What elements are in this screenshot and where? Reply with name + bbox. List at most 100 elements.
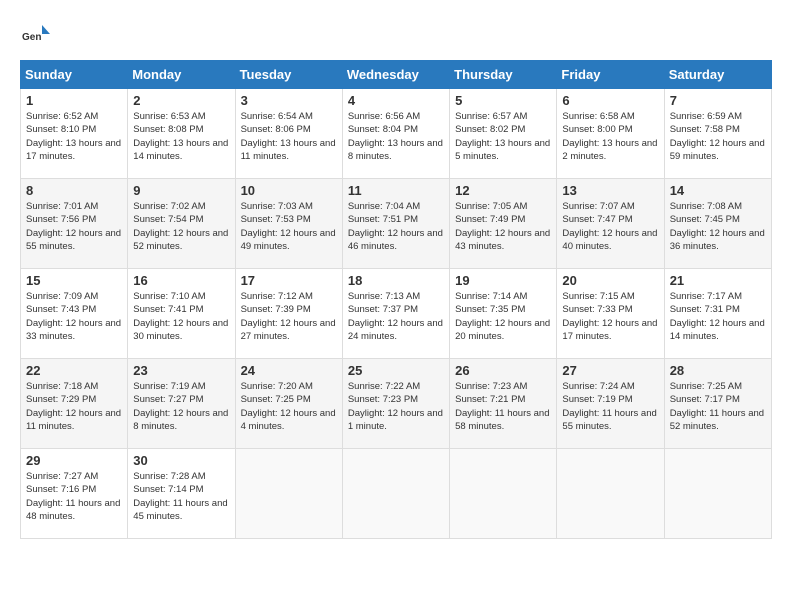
calendar-week-row: 29 Sunrise: 7:27 AM Sunset: 7:16 PM Dayli… — [21, 449, 772, 539]
day-number: 20 — [562, 273, 658, 288]
day-number: 12 — [455, 183, 551, 198]
calendar-cell: 10 Sunrise: 7:03 AM Sunset: 7:53 PM Dayli… — [235, 179, 342, 269]
cell-sun-info: Sunrise: 7:08 AM Sunset: 7:45 PM Dayligh… — [670, 200, 766, 253]
cell-sun-info: Sunrise: 6:59 AM Sunset: 7:58 PM Dayligh… — [670, 110, 766, 163]
day-number: 5 — [455, 93, 551, 108]
day-number: 25 — [348, 363, 444, 378]
cell-sun-info: Sunrise: 7:14 AM Sunset: 7:35 PM Dayligh… — [455, 290, 551, 343]
day-number: 21 — [670, 273, 766, 288]
calendar-cell: 21 Sunrise: 7:17 AM Sunset: 7:31 PM Dayli… — [664, 269, 771, 359]
calendar-body: 1Sunrise: 6:52 AM Sunset: 8:10 PM Daylig… — [21, 89, 772, 539]
calendar-cell: 9Sunrise: 7:02 AM Sunset: 7:54 PM Daylig… — [128, 179, 235, 269]
calendar-cell: 2 Sunrise: 6:53 AM Sunset: 8:08 PM Daylig… — [128, 89, 235, 179]
cell-sun-info: Sunrise: 7:22 AM Sunset: 7:23 PM Dayligh… — [348, 380, 444, 433]
weekday-header: Tuesday — [235, 61, 342, 89]
cell-sun-info: Sunrise: 6:52 AM Sunset: 8:10 PM Dayligh… — [26, 110, 122, 163]
day-number: 26 — [455, 363, 551, 378]
day-number: 19 — [455, 273, 551, 288]
cell-sun-info: Sunrise: 7:24 AM Sunset: 7:19 PM Dayligh… — [562, 380, 658, 433]
weekday-header: Sunday — [21, 61, 128, 89]
cell-sun-info: Sunrise: 7:01 AM Sunset: 7:56 PM Dayligh… — [26, 200, 122, 253]
day-number: 30 — [133, 453, 229, 468]
cell-sun-info: Sunrise: 7:12 AM Sunset: 7:39 PM Dayligh… — [241, 290, 337, 343]
day-number: 28 — [670, 363, 766, 378]
calendar-cell: 18 Sunrise: 7:13 AM Sunset: 7:37 PM Dayli… — [342, 269, 449, 359]
calendar-cell: 24 Sunrise: 7:20 AM Sunset: 7:25 PM Dayli… — [235, 359, 342, 449]
calendar-cell: 1Sunrise: 6:52 AM Sunset: 8:10 PM Daylig… — [21, 89, 128, 179]
calendar-cell: 26 Sunrise: 7:23 AM Sunset: 7:21 PM Dayli… — [450, 359, 557, 449]
calendar-week-row: 15 Sunrise: 7:09 AM Sunset: 7:43 PM Dayli… — [21, 269, 772, 359]
day-number: 22 — [26, 363, 122, 378]
cell-sun-info: Sunrise: 7:28 AM Sunset: 7:14 PM Dayligh… — [133, 470, 229, 523]
cell-sun-info: Sunrise: 7:20 AM Sunset: 7:25 PM Dayligh… — [241, 380, 337, 433]
day-number: 9 — [133, 183, 229, 198]
cell-sun-info: Sunrise: 6:53 AM Sunset: 8:08 PM Dayligh… — [133, 110, 229, 163]
calendar-cell: 20 Sunrise: 7:15 AM Sunset: 7:33 PM Dayli… — [557, 269, 664, 359]
calendar-cell — [557, 449, 664, 539]
day-number: 24 — [241, 363, 337, 378]
cell-sun-info: Sunrise: 7:25 AM Sunset: 7:17 PM Dayligh… — [670, 380, 766, 433]
day-number: 2 — [133, 93, 229, 108]
cell-sun-info: Sunrise: 6:57 AM Sunset: 8:02 PM Dayligh… — [455, 110, 551, 163]
calendar-cell: 16 Sunrise: 7:10 AM Sunset: 7:41 PM Dayli… — [128, 269, 235, 359]
day-number: 4 — [348, 93, 444, 108]
weekday-header: Monday — [128, 61, 235, 89]
cell-sun-info: Sunrise: 7:13 AM Sunset: 7:37 PM Dayligh… — [348, 290, 444, 343]
day-number: 27 — [562, 363, 658, 378]
calendar-cell — [664, 449, 771, 539]
day-number: 16 — [133, 273, 229, 288]
weekday-header: Thursday — [450, 61, 557, 89]
calendar-cell: 30 Sunrise: 7:28 AM Sunset: 7:14 PM Dayli… — [128, 449, 235, 539]
day-number: 29 — [26, 453, 122, 468]
cell-sun-info: Sunrise: 7:10 AM Sunset: 7:41 PM Dayligh… — [133, 290, 229, 343]
day-number: 14 — [670, 183, 766, 198]
calendar-table: SundayMondayTuesdayWednesdayThursdayFrid… — [20, 60, 772, 539]
calendar-cell: 7 Sunrise: 6:59 AM Sunset: 7:58 PM Daylig… — [664, 89, 771, 179]
cell-sun-info: Sunrise: 7:17 AM Sunset: 7:31 PM Dayligh… — [670, 290, 766, 343]
page-header: Gen — [20, 20, 772, 50]
calendar-cell: 12 Sunrise: 7:05 AM Sunset: 7:49 PM Dayli… — [450, 179, 557, 269]
day-number: 10 — [241, 183, 337, 198]
cell-sun-info: Sunrise: 7:23 AM Sunset: 7:21 PM Dayligh… — [455, 380, 551, 433]
calendar-cell — [235, 449, 342, 539]
weekday-header: Wednesday — [342, 61, 449, 89]
day-number: 7 — [670, 93, 766, 108]
day-number: 23 — [133, 363, 229, 378]
calendar-cell: 6Sunrise: 6:58 AM Sunset: 8:00 PM Daylig… — [557, 89, 664, 179]
day-number: 15 — [26, 273, 122, 288]
calendar-cell: 8 Sunrise: 7:01 AM Sunset: 7:56 PM Daylig… — [21, 179, 128, 269]
cell-sun-info: Sunrise: 7:03 AM Sunset: 7:53 PM Dayligh… — [241, 200, 337, 253]
calendar-header-row: SundayMondayTuesdayWednesdayThursdayFrid… — [21, 61, 772, 89]
calendar-cell: 22 Sunrise: 7:18 AM Sunset: 7:29 PM Dayli… — [21, 359, 128, 449]
cell-sun-info: Sunrise: 7:09 AM Sunset: 7:43 PM Dayligh… — [26, 290, 122, 343]
cell-sun-info: Sunrise: 7:19 AM Sunset: 7:27 PM Dayligh… — [133, 380, 229, 433]
calendar-cell: 27 Sunrise: 7:24 AM Sunset: 7:19 PM Dayli… — [557, 359, 664, 449]
cell-sun-info: Sunrise: 7:27 AM Sunset: 7:16 PM Dayligh… — [26, 470, 122, 523]
cell-sun-info: Sunrise: 6:58 AM Sunset: 8:00 PM Dayligh… — [562, 110, 658, 163]
logo: Gen — [20, 20, 54, 50]
calendar-cell: 15 Sunrise: 7:09 AM Sunset: 7:43 PM Dayli… — [21, 269, 128, 359]
calendar-cell: 5 Sunrise: 6:57 AM Sunset: 8:02 PM Daylig… — [450, 89, 557, 179]
cell-sun-info: Sunrise: 6:54 AM Sunset: 8:06 PM Dayligh… — [241, 110, 337, 163]
calendar-cell — [342, 449, 449, 539]
day-number: 11 — [348, 183, 444, 198]
day-number: 8 — [26, 183, 122, 198]
calendar-cell: 19 Sunrise: 7:14 AM Sunset: 7:35 PM Dayli… — [450, 269, 557, 359]
calendar-cell: 11 Sunrise: 7:04 AM Sunset: 7:51 PM Dayli… — [342, 179, 449, 269]
weekday-header: Friday — [557, 61, 664, 89]
day-number: 18 — [348, 273, 444, 288]
cell-sun-info: Sunrise: 7:05 AM Sunset: 7:49 PM Dayligh… — [455, 200, 551, 253]
calendar-cell: 3 Sunrise: 6:54 AM Sunset: 8:06 PM Daylig… — [235, 89, 342, 179]
calendar-week-row: 8 Sunrise: 7:01 AM Sunset: 7:56 PM Daylig… — [21, 179, 772, 269]
cell-sun-info: Sunrise: 7:04 AM Sunset: 7:51 PM Dayligh… — [348, 200, 444, 253]
cell-sun-info: Sunrise: 7:15 AM Sunset: 7:33 PM Dayligh… — [562, 290, 658, 343]
calendar-cell: 23 Sunrise: 7:19 AM Sunset: 7:27 PM Dayli… — [128, 359, 235, 449]
cell-sun-info: Sunrise: 6:56 AM Sunset: 8:04 PM Dayligh… — [348, 110, 444, 163]
svg-text:Gen: Gen — [22, 32, 41, 43]
calendar-cell — [450, 449, 557, 539]
cell-sun-info: Sunrise: 7:18 AM Sunset: 7:29 PM Dayligh… — [26, 380, 122, 433]
calendar-cell: 17Sunrise: 7:12 AM Sunset: 7:39 PM Dayli… — [235, 269, 342, 359]
day-number: 3 — [241, 93, 337, 108]
calendar-cell: 25 Sunrise: 7:22 AM Sunset: 7:23 PM Dayli… — [342, 359, 449, 449]
cell-sun-info: Sunrise: 7:07 AM Sunset: 7:47 PM Dayligh… — [562, 200, 658, 253]
